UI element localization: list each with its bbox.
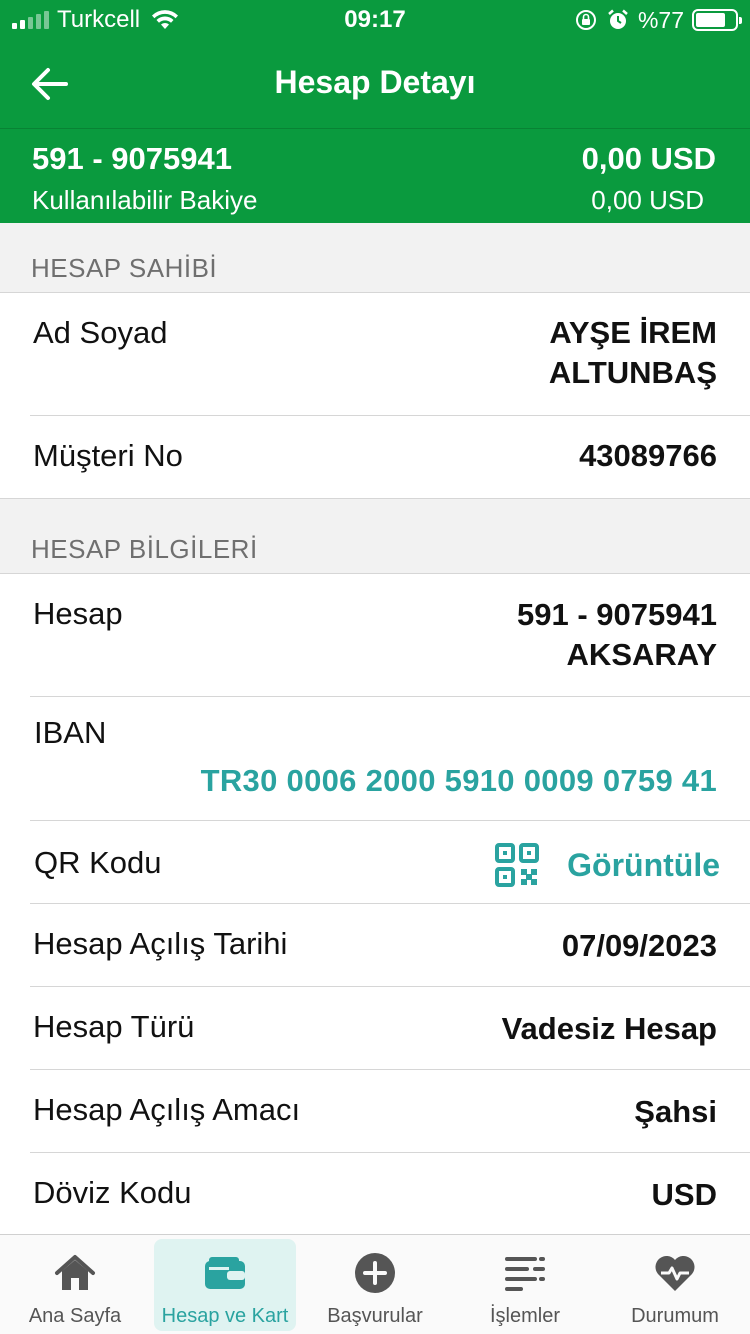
list-icon	[505, 1257, 545, 1291]
iban-value[interactable]: TR30 0006 2000 5910 0009 0759 41	[201, 763, 717, 799]
summary-balance: 0,00 USD	[581, 141, 716, 176]
owner-name-line2: ALTUNBAŞ	[548, 355, 717, 390]
section-header-account: HESAP BİLGİLERİ	[0, 499, 750, 574]
section-title: HESAP SAHİBİ	[31, 253, 218, 283]
row-name: Ad Soyad AYŞE İREM ALTUNBAŞ	[30, 293, 750, 416]
tab-bar: Ana Sayfa Hesap ve Kart Başvurular İşlem…	[0, 1234, 750, 1334]
tab-transactions[interactable]: İşlemler	[450, 1235, 600, 1334]
summary-account-number: 591 - 9075941	[32, 141, 232, 176]
tab-label: Durumum	[631, 1305, 719, 1327]
rotation-lock-icon	[575, 10, 596, 30]
row-qr-code: QR Kodu Görüntüle	[30, 821, 750, 904]
row-iban[interactable]: IBAN TR30 0006 2000 5910 0009 0759 41	[30, 697, 750, 821]
wallet-icon	[205, 1257, 245, 1289]
row-label: Hesap Açılış Amacı	[33, 1092, 301, 1127]
page-title: Hesap Detayı	[274, 64, 476, 100]
qr-view-button[interactable]: Görüntüle	[495, 843, 720, 887]
row-open-purpose: Hesap Açılış Amacı Şahsi	[30, 1070, 750, 1153]
tab-label: Ana Sayfa	[28, 1305, 122, 1327]
section-header-owner: HESAP SAHİBİ	[0, 223, 750, 293]
battery-percentage: %77	[637, 6, 684, 33]
owner-name-value: AYŞE İREM ALTUNBAŞ	[549, 313, 717, 393]
open-date-value: 07/09/2023	[561, 928, 717, 963]
heart-pulse-icon	[655, 1255, 695, 1291]
home-icon	[55, 1255, 95, 1290]
currency-value: USD	[651, 1177, 717, 1212]
status-right: %77	[574, 6, 742, 34]
customer-no-value: 43089766	[579, 438, 717, 473]
tab-applications[interactable]: Başvurular	[300, 1235, 450, 1334]
row-label: Hesap	[33, 596, 123, 631]
owner-name-line1: AYŞE İREM	[549, 315, 717, 350]
tab-label: Hesap ve Kart	[161, 1305, 289, 1327]
section-title: HESAP BİLGİLERİ	[31, 534, 258, 564]
account-value: 591 - 9075941 AKSARAY	[517, 595, 717, 675]
tab-status[interactable]: Durumum	[600, 1235, 750, 1334]
row-currency: Döviz Kodu USD	[30, 1153, 750, 1236]
row-label: Döviz Kodu	[33, 1175, 192, 1210]
summary-available-label: Kullanılabilir Bakiye	[32, 185, 258, 215]
account-type-value: Vadesiz Hesap	[501, 1011, 717, 1046]
row-label: IBAN	[34, 715, 107, 750]
row-customer-no: Müşteri No 43089766	[0, 416, 750, 499]
row-account: Hesap 591 - 9075941 AKSARAY	[30, 574, 750, 697]
tab-home[interactable]: Ana Sayfa	[0, 1235, 150, 1334]
battery-icon	[692, 9, 742, 31]
alarm-icon	[608, 9, 628, 29]
account-details: HESAP SAHİBİ Ad Soyad AYŞE İREM ALTUNBAŞ…	[0, 223, 750, 1236]
qr-code-icon	[495, 843, 540, 887]
open-purpose-value: Şahsi	[634, 1094, 717, 1129]
row-open-date: Hesap Açılış Tarihi 07/09/2023	[30, 904, 750, 987]
nav-header: Hesap Detayı	[0, 40, 750, 128]
summary-available-balance: 0,00 USD	[591, 185, 704, 215]
row-label: Hesap Açılış Tarihi	[33, 926, 288, 961]
status-bar: Turkcell 09:17 %77	[0, 0, 750, 40]
row-label: QR Kodu	[34, 845, 162, 880]
plus-circle-icon	[355, 1253, 395, 1293]
row-label: Ad Soyad	[33, 315, 168, 350]
tab-accounts-cards[interactable]: Hesap ve Kart	[150, 1235, 300, 1334]
row-label: Hesap Türü	[33, 1009, 195, 1044]
tab-label: İşlemler	[489, 1305, 560, 1327]
account-summary: 591 - 9075941 Kullanılabilir Bakiye 0,00…	[0, 128, 750, 223]
qr-view-label: Görüntüle	[567, 846, 720, 883]
tab-label: Başvurular	[327, 1305, 423, 1327]
row-account-type: Hesap Türü Vadesiz Hesap	[30, 987, 750, 1070]
account-number-line: 591 - 9075941	[517, 597, 717, 632]
row-label: Müşteri No	[33, 438, 183, 473]
account-branch-line: AKSARAY	[566, 637, 717, 672]
